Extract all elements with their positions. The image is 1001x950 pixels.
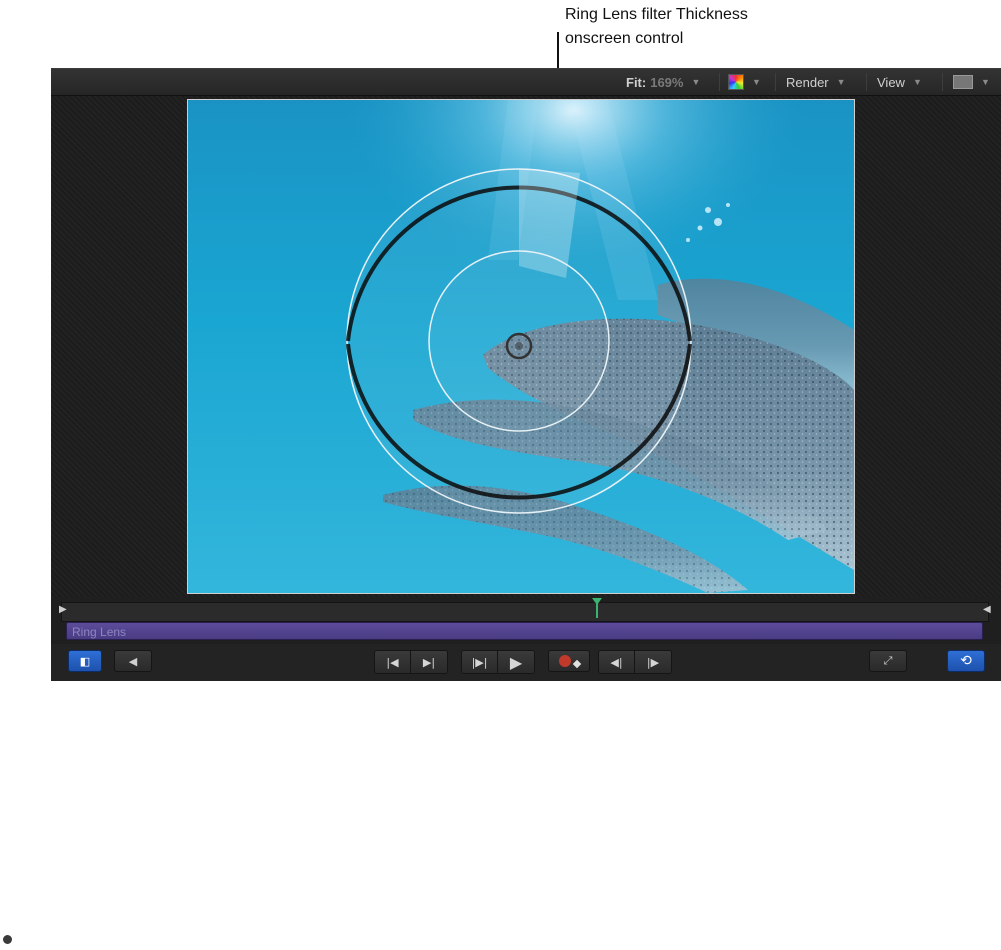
go-to-end-icon: ▶| — [422, 655, 436, 669]
timeline-ruler[interactable] — [61, 602, 989, 622]
toolbar-divider — [942, 73, 943, 91]
callout-line-2: onscreen control — [565, 30, 684, 47]
view-menu[interactable]: View ▼ — [877, 69, 922, 95]
go-to-end-button[interactable]: ▶| — [411, 651, 447, 673]
go-to-start-button[interactable]: |◀ — [375, 651, 411, 673]
record-icon — [558, 655, 571, 667]
playback-group: |▶| ▶ — [461, 650, 535, 674]
play-range-icon: ◧ — [79, 654, 91, 668]
playhead-icon[interactable] — [592, 598, 602, 618]
frame-step-group: ◀| |▶ — [598, 650, 672, 674]
previous-frame-button[interactable]: ◀| — [599, 651, 635, 673]
callout: Ring Lens filter Thickness onscreen cont… — [565, 3, 748, 51]
viewer-window: Fit: 169% ▼ ▼ Render ▼ View ▼ ▼ ▶ ◀ Ring… — [51, 68, 1001, 681]
transport-bar: ◧ ◀ |◀ ▶| |▶| ▶ ◀| |▶ ⤢ ⟲ — [51, 644, 1001, 681]
dolphins-underwater-image — [188, 100, 854, 593]
keyframe-icon — [572, 659, 581, 669]
play-from-start-icon: |▶| — [471, 655, 488, 669]
play-button[interactable]: ▶ — [498, 651, 534, 673]
canvas-area — [51, 96, 1001, 597]
loop-button[interactable]: ⟲ — [947, 650, 985, 672]
color-channels-menu[interactable]: ▼ — [728, 69, 761, 95]
record-button[interactable] — [548, 650, 590, 672]
speaker-icon: ◀ — [128, 654, 138, 668]
navigation-group: |◀ ▶| — [374, 650, 448, 674]
previous-frame-icon: ◀| — [610, 655, 623, 669]
toolbar-divider — [719, 73, 720, 91]
ring-lens-onscreen-control — [346, 168, 692, 514]
effect-bar-ring-lens[interactable]: Ring Lens — [66, 622, 983, 640]
fit-menu[interactable]: Fit: 169% ▼ — [626, 69, 700, 95]
next-frame-icon: |▶ — [646, 655, 660, 669]
toolbar-divider — [866, 73, 867, 91]
effect-bar-label: Ring Lens — [72, 625, 127, 639]
next-frame-button[interactable]: |▶ — [635, 651, 671, 673]
toolbar-divider — [775, 73, 776, 91]
loop-icon: ⟲ — [960, 653, 972, 669]
play-icon: ▶ — [509, 652, 523, 672]
view-label: View — [877, 74, 905, 90]
fit-value: 169% — [650, 74, 684, 90]
fullscreen-icon: ⤢ — [883, 654, 893, 667]
audio-button[interactable]: ◀ — [114, 650, 152, 672]
in-point-marker-icon[interactable]: ▶ — [59, 604, 67, 615]
layout-menu[interactable]: ▼ — [953, 69, 990, 95]
fullscreen-button[interactable]: ⤢ — [869, 650, 907, 672]
render-label: Render — [786, 74, 829, 90]
chevron-down-icon: ▼ — [691, 77, 701, 87]
viewer-toolbar: Fit: 169% ▼ ▼ Render ▼ View ▼ ▼ — [51, 69, 1001, 96]
callout-line-1: Ring Lens filter Thickness — [565, 6, 748, 23]
play-from-start-button[interactable]: |▶| — [462, 651, 498, 673]
chevron-down-icon: ▼ — [981, 77, 990, 87]
bullet-point — [3, 935, 12, 944]
canvas[interactable] — [187, 99, 855, 594]
chevron-down-icon: ▼ — [836, 77, 846, 87]
go-to-start-icon: |◀ — [386, 655, 399, 669]
chevron-down-icon: ▼ — [752, 77, 761, 87]
layout-icon — [953, 75, 973, 89]
play-range-button[interactable]: ◧ — [68, 650, 102, 672]
chevron-down-icon: ▼ — [912, 77, 922, 87]
out-point-marker-icon[interactable]: ◀ — [983, 604, 991, 615]
render-menu[interactable]: Render ▼ — [786, 69, 846, 95]
fit-label: Fit: — [626, 74, 647, 90]
color-channels-icon — [728, 74, 744, 90]
